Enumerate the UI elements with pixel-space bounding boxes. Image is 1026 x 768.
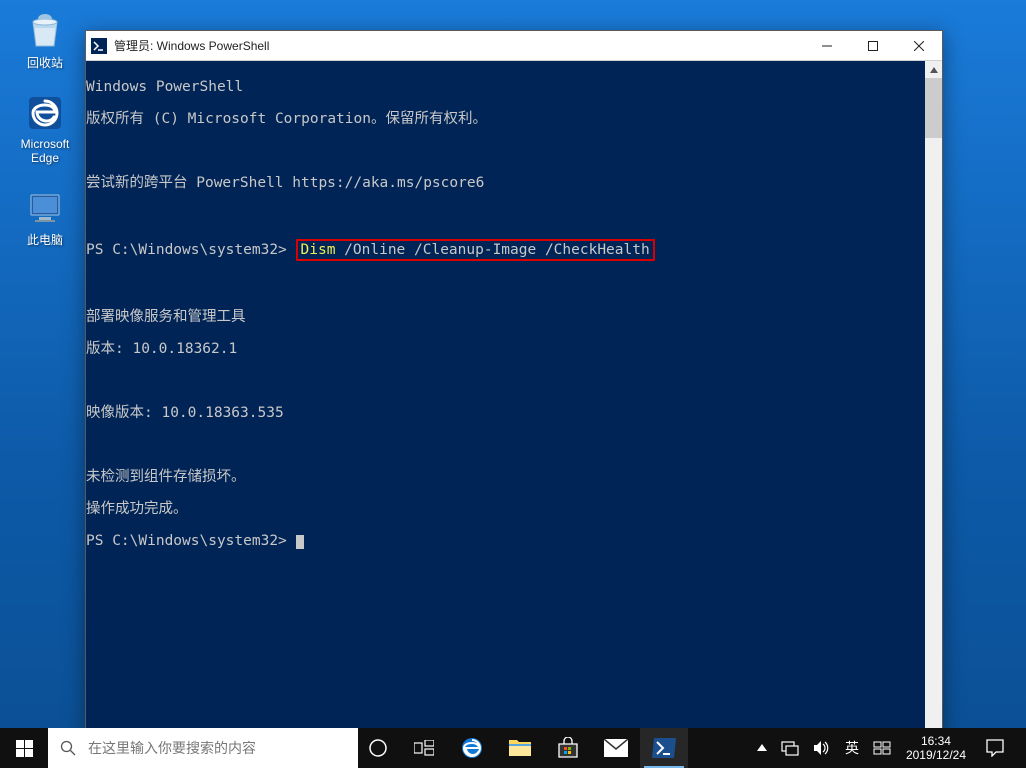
- recycle-bin-label: 回收站: [27, 54, 63, 71]
- edge-label: Microsoft Edge: [8, 137, 82, 165]
- taskbar-edge[interactable]: [448, 728, 496, 768]
- edge-icon: [23, 91, 67, 135]
- maximize-button[interactable]: [850, 31, 896, 61]
- clock-time: 16:34: [921, 734, 951, 748]
- taskbar-explorer[interactable]: [496, 728, 544, 768]
- command-highlight: Dism /Online /Cleanup-Image /CheckHealth: [296, 239, 655, 261]
- powershell-window: 管理员: Windows PowerShell Windows PowerShe…: [85, 30, 943, 740]
- prompt: PS C:\Windows\system32>: [86, 242, 296, 258]
- terminal-scrollbar[interactable]: [925, 61, 942, 739]
- term-line: 操作成功完成。: [86, 501, 925, 517]
- taskbar-powershell[interactable]: [640, 728, 688, 768]
- term-line: [86, 277, 925, 293]
- term-line: 映像版本: 10.0.18363.535: [86, 405, 925, 421]
- close-button[interactable]: [896, 31, 942, 61]
- tray-network-icon[interactable]: [774, 728, 806, 768]
- task-view-button[interactable]: [400, 728, 448, 768]
- tray-ime[interactable]: 英: [838, 728, 866, 768]
- term-line: Windows PowerShell: [86, 79, 925, 95]
- clock-date: 2019/12/24: [906, 748, 966, 762]
- recycle-bin-icon: [23, 8, 67, 52]
- titlebar[interactable]: 管理员: Windows PowerShell: [86, 31, 942, 61]
- term-line: 未检测到组件存储损坏。: [86, 469, 925, 485]
- term-line: [86, 207, 925, 223]
- term-line: 尝试新的跨平台 PowerShell https://aka.ms/pscore…: [86, 175, 925, 191]
- terminal-output[interactable]: Windows PowerShell 版权所有 (C) Microsoft Co…: [86, 61, 925, 739]
- search-placeholder: 在这里输入你要搜索的内容: [88, 738, 358, 758]
- this-pc-label: 此电脑: [27, 231, 63, 248]
- window-controls: [804, 31, 942, 61]
- minimize-button[interactable]: [804, 31, 850, 61]
- system-tray: 英 16:34 2019/12/24: [750, 728, 1026, 768]
- search-icon: [48, 740, 88, 756]
- this-pc[interactable]: 此电脑: [8, 185, 82, 248]
- scroll-up-button[interactable]: [925, 61, 942, 78]
- cursor: [296, 535, 304, 549]
- search-box[interactable]: 在这里输入你要搜索的内容: [48, 728, 358, 768]
- term-line: [86, 437, 925, 453]
- cmd-dism: Dism: [301, 242, 336, 258]
- ime-label: 英: [845, 738, 859, 758]
- tray-volume-icon[interactable]: [806, 728, 838, 768]
- term-line-prompt: PS C:\Windows\system32>: [86, 533, 925, 549]
- terminal-body: Windows PowerShell 版权所有 (C) Microsoft Co…: [86, 61, 942, 739]
- taskbar-apps: [400, 728, 688, 768]
- taskbar-mail[interactable]: [592, 728, 640, 768]
- powershell-titlebar-icon: [86, 38, 112, 54]
- window-title: 管理员: Windows PowerShell: [112, 37, 804, 54]
- recycle-bin[interactable]: 回收站: [8, 8, 82, 71]
- tray-ime-keyboard-icon[interactable]: [866, 728, 898, 768]
- term-line: 版本: 10.0.18362.1: [86, 341, 925, 357]
- term-line: [86, 373, 925, 389]
- cortana-mic[interactable]: [358, 728, 398, 768]
- microsoft-edge[interactable]: Microsoft Edge: [8, 91, 82, 165]
- term-line: 版权所有 (C) Microsoft Corporation。保留所有权利。: [86, 111, 925, 127]
- taskbar-clock[interactable]: 16:34 2019/12/24: [898, 734, 974, 762]
- prompt: PS C:\Windows\system32>: [86, 533, 296, 549]
- action-center-button[interactable]: [974, 739, 1016, 757]
- start-button[interactable]: [0, 728, 48, 768]
- term-line-cmd: PS C:\Windows\system32> Dism /Online /Cl…: [86, 239, 925, 261]
- taskbar-store[interactable]: [544, 728, 592, 768]
- scroll-track[interactable]: [925, 138, 942, 722]
- desktop-icons: 回收站 Microsoft Edge 此电脑: [8, 8, 82, 248]
- taskbar: 在这里输入你要搜索的内容: [0, 728, 1026, 768]
- term-line: 部署映像服务和管理工具: [86, 309, 925, 325]
- term-line: [86, 143, 925, 159]
- cmd-args: /Online /Cleanup-Image /CheckHealth: [335, 242, 649, 258]
- scroll-thumb[interactable]: [925, 78, 942, 138]
- desktop: 回收站 Microsoft Edge 此电脑: [0, 0, 1026, 768]
- this-pc-icon: [23, 185, 67, 229]
- tray-overflow[interactable]: [750, 728, 774, 768]
